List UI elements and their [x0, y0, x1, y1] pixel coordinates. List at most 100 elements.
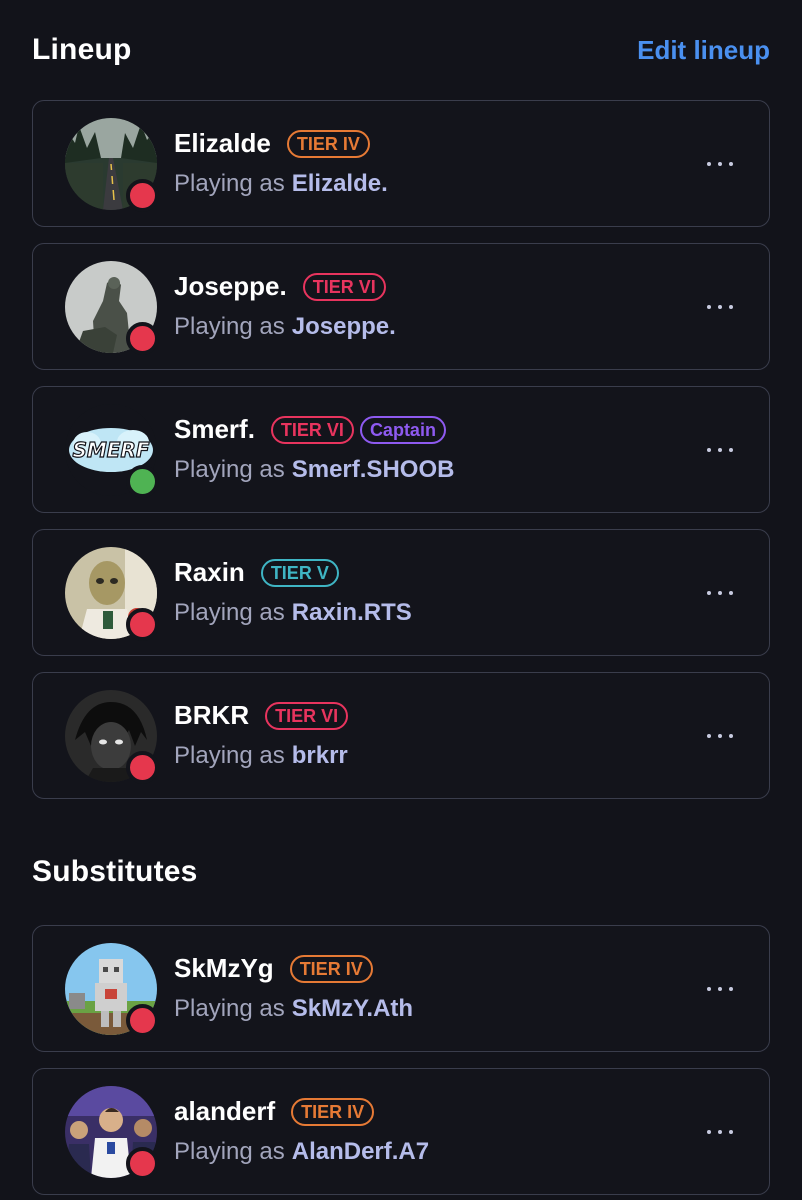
dot-icon	[729, 447, 733, 452]
more-options-button[interactable]	[705, 156, 735, 172]
playing-as-label: Playing as	[174, 169, 285, 197]
avatar-wrap	[65, 546, 159, 641]
dot-icon	[718, 590, 722, 595]
more-options-button[interactable]	[705, 442, 735, 458]
lineup-list: Elizalde TIER IV Playing as Elizalde. Jo…	[32, 100, 770, 799]
game-handle: brkrr	[291, 741, 348, 769]
more-options-button[interactable]	[705, 728, 735, 744]
dot-icon	[729, 590, 733, 595]
status-offline-dot	[126, 750, 159, 784]
name-row: Raxin TIER V	[174, 555, 412, 591]
playing-as-label: Playing as	[174, 994, 285, 1022]
avatar-wrap	[65, 689, 159, 784]
more-options-button[interactable]	[705, 299, 735, 315]
playing-as-label: Playing as	[174, 741, 285, 769]
player-name[interactable]: BRKR	[174, 700, 249, 731]
game-handle: SkMzY.Ath	[291, 994, 414, 1022]
lineup-header: Lineup Edit lineup	[32, 0, 770, 100]
dot-icon	[718, 986, 722, 991]
playing-as-label: Playing as	[174, 312, 285, 340]
dot-icon	[718, 304, 722, 309]
lineup-title: Lineup	[32, 33, 132, 66]
tier-badge: TIER V	[260, 558, 339, 587]
name-row: Joseppe. TIER VI	[174, 269, 396, 305]
player-name[interactable]: SkMzYg	[174, 953, 274, 984]
dot-icon	[707, 447, 711, 452]
name-row: alanderf TIER IV	[174, 1094, 429, 1130]
player-card-skmzyg[interactable]: SkMzYg TIER IV Playing as SkMzY.Ath	[32, 925, 770, 1052]
avatar-wrap	[65, 117, 159, 212]
dot-icon	[707, 986, 711, 991]
dot-icon	[718, 161, 722, 166]
playing-as-row: Playing as Raxin.RTS	[174, 595, 412, 631]
playing-as-row: Playing as Elizalde.	[174, 166, 388, 202]
dot-icon	[729, 986, 733, 991]
name-row: Elizalde TIER IV	[174, 126, 388, 162]
dot-icon	[729, 304, 733, 309]
game-handle: Smerf.SHOOB	[291, 455, 455, 483]
status-offline-dot	[126, 1146, 159, 1180]
tier-badge: TIER VI	[302, 272, 386, 301]
dot-icon	[729, 733, 733, 738]
playing-as-row: Playing as Joseppe.	[174, 309, 396, 345]
dot-icon	[707, 304, 711, 309]
more-options-button[interactable]	[705, 585, 735, 601]
name-row: BRKR TIER VI	[174, 698, 354, 734]
edit-lineup-link[interactable]: Edit lineup	[637, 35, 770, 66]
substitutes-title: Substitutes	[32, 855, 198, 888]
name-row: SkMzYg TIER IV	[174, 951, 413, 987]
status-offline-dot	[126, 321, 159, 355]
player-info: Raxin TIER V Playing as Raxin.RTS	[174, 555, 412, 631]
game-handle: Elizalde.	[291, 169, 388, 197]
player-info: Smerf. TIER VI Captain Playing as Smerf.S…	[174, 412, 454, 488]
tier-badge: TIER IV	[289, 954, 373, 983]
playing-as-row: Playing as Smerf.SHOOB	[174, 452, 454, 488]
playing-as-label: Playing as	[174, 455, 285, 483]
more-options-button[interactable]	[705, 981, 735, 997]
game-handle: Joseppe.	[291, 312, 396, 340]
player-name[interactable]: alanderf	[174, 1096, 275, 1127]
status-offline-dot	[126, 1003, 159, 1037]
player-name[interactable]: Smerf.	[174, 414, 255, 445]
dot-icon	[718, 1129, 722, 1134]
roster-page: Lineup Edit lineup Elizalde TIER IV Play…	[0, 0, 802, 1200]
avatar-wrap	[65, 1085, 159, 1180]
avatar-wrap	[65, 260, 159, 355]
player-info: Joseppe. TIER VI Playing as Joseppe.	[174, 269, 396, 345]
player-name[interactable]: Raxin	[174, 557, 245, 588]
tier-badge: TIER IV	[286, 129, 370, 158]
dot-icon	[707, 590, 711, 595]
player-info: SkMzYg TIER IV Playing as SkMzY.Ath	[174, 951, 413, 1027]
player-card-smerf[interactable]: SMERF Smerf. TIER VI Captain Playing as S…	[32, 386, 770, 513]
playing-as-row: Playing as AlanDerf.A7	[174, 1134, 429, 1170]
player-card-joseppe[interactable]: Joseppe. TIER VI Playing as Joseppe.	[32, 243, 770, 370]
player-info: alanderf TIER IV Playing as AlanDerf.A7	[174, 1094, 429, 1170]
player-name[interactable]: Joseppe.	[174, 271, 287, 302]
playing-as-row: Playing as brkrr	[174, 738, 354, 774]
player-info: BRKR TIER VI Playing as brkrr	[174, 698, 354, 774]
more-options-button[interactable]	[705, 1124, 735, 1140]
player-card-brkr[interactable]: BRKR TIER VI Playing as brkrr	[32, 672, 770, 799]
dot-icon	[729, 1129, 733, 1134]
tier-badge: TIER VI	[265, 701, 349, 730]
player-info: Elizalde TIER IV Playing as Elizalde.	[174, 126, 388, 202]
tier-badge: TIER IV	[291, 1097, 375, 1126]
status-online-dot	[126, 464, 159, 498]
dot-icon	[707, 161, 711, 166]
dot-icon	[718, 733, 722, 738]
substitutes-header: Substitutes	[32, 855, 770, 923]
player-card-raxin[interactable]: Raxin TIER V Playing as Raxin.RTS	[32, 529, 770, 656]
playing-as-label: Playing as	[174, 598, 285, 626]
player-card-elizalde[interactable]: Elizalde TIER IV Playing as Elizalde.	[32, 100, 770, 227]
svg-text:SMERF: SMERF	[72, 438, 149, 462]
dot-icon	[718, 447, 722, 452]
name-row: Smerf. TIER VI Captain	[174, 412, 454, 448]
player-card-alanderf[interactable]: alanderf TIER IV Playing as AlanDerf.A7	[32, 1068, 770, 1195]
game-handle: Raxin.RTS	[291, 598, 412, 626]
avatar-wrap	[65, 942, 159, 1037]
player-name[interactable]: Elizalde	[174, 128, 271, 159]
captain-badge: Captain	[359, 415, 446, 444]
dot-icon	[729, 161, 733, 166]
status-offline-dot	[126, 607, 159, 641]
substitutes-list: SkMzYg TIER IV Playing as SkMzY.Ath alan…	[32, 925, 770, 1195]
